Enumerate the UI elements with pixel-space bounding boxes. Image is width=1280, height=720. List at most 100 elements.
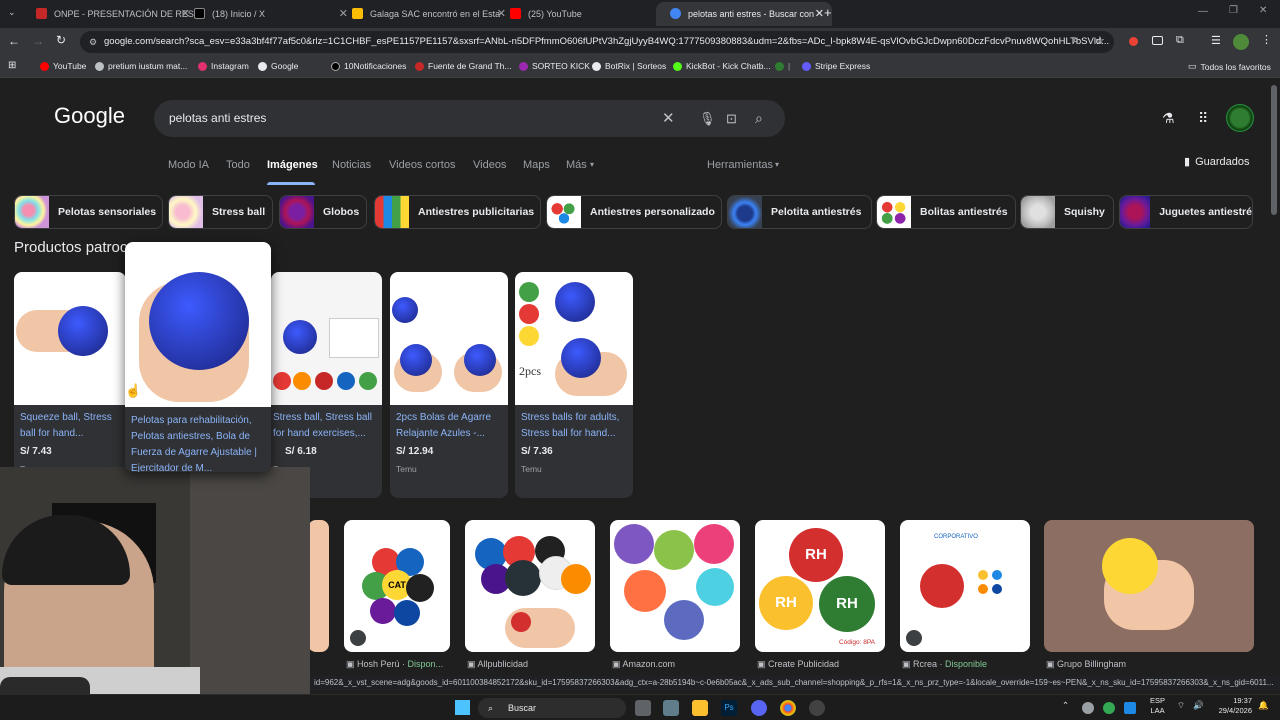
site-info-icon[interactable]: ⚙ <box>89 31 97 53</box>
clock[interactable]: 19:37 29/4/2026 <box>1212 696 1252 716</box>
extensions-puzzle-icon[interactable]: ⧉ <box>1176 34 1184 47</box>
chip-stress-ball[interactable]: Stress ball <box>168 195 273 229</box>
account-avatar[interactable] <box>1226 104 1254 132</box>
tools-button[interactable]: Herramientas <box>707 159 773 171</box>
chrome-icon[interactable] <box>780 700 796 716</box>
tray-icon[interactable] <box>1103 702 1115 714</box>
chevron-up-icon[interactable]: ⌃ <box>1062 700 1069 711</box>
tab-search-icon[interactable]: ⌄ <box>8 7 16 18</box>
google-apps-icon[interactable]: ⠿ <box>1198 110 1208 127</box>
bookmark-google[interactable]: Google <box>258 61 298 71</box>
close-icon[interactable]: ✕ <box>815 7 824 20</box>
language-indicator[interactable]: ESP LAA <box>1150 696 1165 716</box>
google-logo[interactable]: Google <box>54 103 125 129</box>
chip-squishy[interactable]: Squishy <box>1020 195 1114 229</box>
source-amazon[interactable]: ▣ Amazon.com <box>612 659 675 670</box>
product-card-2pcs-bolas[interactable]: 2pcs Bolas de Agarre Relajante Azules -.… <box>390 272 508 498</box>
windows-start-icon[interactable] <box>455 700 470 715</box>
source-billingham[interactable]: ▣ Grupo Billingham <box>1046 659 1126 670</box>
tab-galaga[interactable]: Galaga SAC encontró en el Esta ✕ <box>338 2 514 26</box>
source-create-publicidad[interactable]: ▣ Create Publicidad <box>757 659 839 670</box>
bookmark-kickbot[interactable]: KickBot - Kick Chatb... <box>673 61 771 71</box>
bookmark-sorteo-kick[interactable]: SORTEO KICK <box>519 61 590 71</box>
product-title[interactable]: 2pcs Bolas de Agarre Relajante Azules -.… <box>396 410 502 442</box>
tab-maps[interactable]: Maps <box>523 159 550 171</box>
app-icon[interactable] <box>663 700 679 716</box>
search-icon[interactable]: ⌕ <box>755 100 763 137</box>
bookmark-pretium[interactable]: pretium iustum mat... <box>95 61 187 71</box>
product-title[interactable]: Squeeze ball, Stress ball for hand... <box>20 410 120 442</box>
image-result-rcrea[interactable]: CORPORATIVO <box>900 520 1030 652</box>
tab-imagenes[interactable]: Imágenes <box>267 159 318 171</box>
chip-globos[interactable]: Globos <box>279 195 367 229</box>
clear-icon[interactable]: ✕ <box>662 100 675 137</box>
task-view-icon[interactable] <box>635 700 651 716</box>
bookmark-youtube[interactable]: YouTube <box>40 61 86 71</box>
chip-juguetes-antiestres[interactable]: Juguetes antiestré <box>1119 195 1253 229</box>
close-window-icon[interactable]: ✕ <box>1259 5 1267 16</box>
lens-icon[interactable]: ⊡ <box>726 100 737 137</box>
tab-noticias[interactable]: Noticias <box>332 159 371 171</box>
volume-icon[interactable]: 🔊 <box>1193 700 1204 711</box>
product-card-squeeze-ball[interactable]: Squeeze ball, Stress ball for hand... S/… <box>14 272 126 498</box>
bookmark-extra[interactable]: | <box>775 61 790 71</box>
tab-mas[interactable]: Más <box>566 159 587 171</box>
tab-videos[interactable]: Videos <box>473 159 506 171</box>
tab-videos-cortos[interactable]: Videos cortos <box>389 159 455 171</box>
saved-button[interactable]: ▮ Guardados <box>1184 155 1250 168</box>
maximize-icon[interactable]: ❐ <box>1229 5 1238 16</box>
discord-icon[interactable] <box>751 700 767 716</box>
product-card-stress-ball[interactable]: Stress ball, Stress ball for hand exerci… <box>271 272 382 498</box>
chip-pelotas-sensoriales[interactable]: Pelotas sensoriales <box>14 195 163 229</box>
image-result-create-publicidad[interactable]: RH RH RH Código: 8PA <box>755 520 885 652</box>
product-card-stress-balls-adults[interactable]: 2pcs Stress balls for adults, Stress bal… <box>515 272 633 498</box>
image-result-amazon[interactable] <box>610 520 740 652</box>
chip-pelotita-antiestres[interactable]: Pelotita antiestrés <box>727 195 872 229</box>
search-input[interactable]: pelotas anti estres ✕ 🎙 ⊡ ⌕ <box>154 100 785 137</box>
minimize-icon[interactable]: — <box>1198 6 1208 17</box>
tab-todo[interactable]: Todo <box>226 159 250 171</box>
image-result-partial[interactable] <box>308 520 329 652</box>
tab-modo-ia[interactable]: Modo IA <box>168 159 209 171</box>
bookmark-all-favorites[interactable]: ▭ Todos los favoritos <box>1188 61 1271 72</box>
forward-icon[interactable]: → <box>32 34 44 48</box>
profile-avatar[interactable] <box>1233 34 1249 50</box>
chip-antiestres-personalizado[interactable]: Antiestres personalizado <box>546 195 722 229</box>
zoom-icon[interactable]: ⌕ <box>1073 35 1079 46</box>
bookmark-botrix[interactable]: BotRix | Sorteos <box>592 61 666 71</box>
tray-icon[interactable] <box>1124 702 1136 714</box>
bookmark-stripe[interactable]: Stripe Express <box>802 61 870 71</box>
labs-flask-icon[interactable]: ⚗ <box>1162 110 1175 127</box>
tab-onpe[interactable]: ONPE - PRESENTACIÓN DE RES ✕ <box>22 2 198 26</box>
back-icon[interactable]: ← <box>8 34 20 48</box>
product-title[interactable]: Pelotas para rehabilitación, Pelotas ant… <box>131 413 265 472</box>
address-bar[interactable]: ⚙ google.com/search?sca_esv=e33a3bf4f77a… <box>80 31 1114 53</box>
bookmark-fuente[interactable]: Fuente de Grand Th... <box>415 61 511 71</box>
product-title[interactable]: Stress ball, Stress ball for hand exerci… <box>273 410 376 442</box>
bookmark-star-icon[interactable]: ☆ <box>1095 34 1105 47</box>
source-hosh[interactable]: ▣ Hosh Perú · Dispon... <box>346 659 443 670</box>
chip-antiestres-publicitarias[interactable]: Antiestres publicitarias <box>374 195 541 229</box>
wifi-icon[interactable]: ⌔ <box>1177 700 1185 711</box>
microphone-icon[interactable]: 🎙 <box>699 100 716 137</box>
extension-red-icon[interactable] <box>1129 37 1138 46</box>
app-icon[interactable] <box>809 700 825 716</box>
extension-icon[interactable] <box>1152 36 1163 45</box>
taskbar-search[interactable]: ⌕ Buscar <box>478 698 626 718</box>
menu-icon[interactable]: ⋮ <box>1261 33 1272 46</box>
image-result-hosh[interactable]: CAT <box>344 520 450 652</box>
file-explorer-icon[interactable] <box>692 700 708 716</box>
tab-x[interactable]: (18) Inicio / X ✕ <box>180 2 356 26</box>
notification-icon[interactable]: 🔔 <box>1258 700 1269 711</box>
apps-grid-icon[interactable]: ⊞ <box>8 60 16 71</box>
reload-icon[interactable]: ↻ <box>56 33 66 47</box>
product-card-pelotas-rehabilitacion[interactable]: Pelotas para rehabilitación, Pelotas ant… <box>125 242 271 472</box>
product-title[interactable]: Stress balls for adults, Stress ball for… <box>521 410 627 442</box>
new-tab-icon[interactable]: + <box>824 5 832 20</box>
bookmark-instagram[interactable]: Instagram <box>198 61 249 71</box>
chip-bolitas-antiestres[interactable]: Bolitas antiestrés <box>876 195 1016 229</box>
bookmark-10notificaciones[interactable]: 10Notificaciones <box>331 61 406 71</box>
media-icon[interactable]: ☰ <box>1211 34 1221 47</box>
photoshop-icon[interactable]: Ps <box>721 700 737 716</box>
source-rcrea[interactable]: ▣ Rcrea · Disponible <box>902 659 987 670</box>
